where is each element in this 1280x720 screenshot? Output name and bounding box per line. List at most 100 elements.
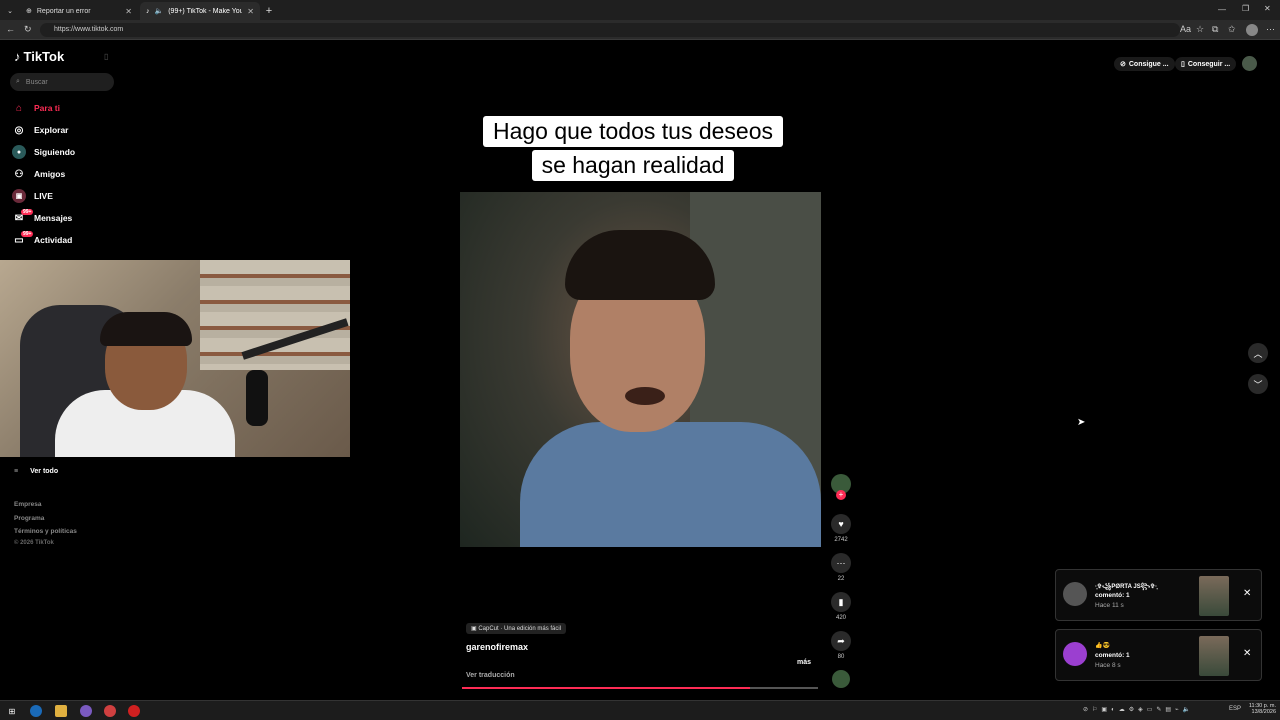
close-icon[interactable]: ✕	[125, 7, 132, 16]
chevron-down-icon: ﹀	[1253, 379, 1263, 390]
like-button[interactable]: ♥ 2742	[830, 514, 852, 543]
app-icon[interactable]	[104, 705, 116, 717]
sidebar-item-explorar[interactable]: ◎ Explorar	[12, 121, 132, 139]
notification-avatar	[1063, 642, 1087, 666]
see-all-button[interactable]: ≡ Ver todo	[14, 468, 58, 475]
sidebar-item-para-ti[interactable]: ⌂ Para ti	[12, 99, 132, 117]
bookmark-icon: ▮	[831, 592, 851, 612]
new-tab-button[interactable]: +	[262, 2, 276, 20]
windows-taskbar: ⊞ ⊘⚐▣◐☁⚙◈▭✎▤⌁🔈 ESP 11:30 p. m. 13/8/2026	[0, 700, 1280, 720]
footer-link-empresa[interactable]: Empresa	[14, 501, 41, 508]
sidebar-item-label: Actividad	[34, 235, 73, 245]
get-app-label: Conseguir ...	[1187, 60, 1231, 68]
clock[interactable]: 11:30 p. m. 13/8/2026	[1246, 703, 1276, 715]
tiktok-app: ♪ TikTok ▯ ⌕ Buscar ⌂ Para ti ◎ Explorar…	[0, 40, 1280, 700]
back-icon[interactable]: ←	[6, 24, 15, 34]
search-icon: ⌕	[16, 78, 20, 85]
app-icon[interactable]	[128, 705, 140, 717]
notification-time: Hace 8 s	[1095, 662, 1121, 669]
save-button[interactable]: ▮ 420	[830, 592, 852, 621]
notification-avatar	[1063, 582, 1087, 606]
comment-notification[interactable]: 👍😎 comentó: 1 Hace 8 s ✕	[1055, 629, 1262, 681]
windows-start-icon[interactable]: ⊞	[6, 705, 18, 717]
collapse-sidebar-icon[interactable]: ▯	[104, 52, 108, 61]
notification-time: Hace 11 s	[1095, 602, 1124, 609]
extensions-icon[interactable]: ⧉	[1212, 24, 1218, 35]
capcut-icon: ▣	[471, 626, 477, 632]
restore-icon[interactable]: ❐	[1242, 4, 1249, 13]
footer-link-programa[interactable]: Programa	[14, 515, 44, 522]
comment-button[interactable]: ⋯ 22	[830, 553, 852, 582]
tiktok-icon: ♪	[146, 7, 150, 15]
sidebar-item-mensajes[interactable]: ✉ 99+ Mensajes	[12, 209, 132, 227]
file-explorer-icon[interactable]	[55, 705, 67, 717]
video-mouth	[625, 387, 665, 405]
app-icon[interactable]	[80, 705, 92, 717]
clock-date: 13/8/2026	[1251, 709, 1276, 715]
refresh-icon[interactable]: ↻	[24, 24, 32, 35]
video-progress-fill	[462, 687, 751, 689]
tab-reportar[interactable]: ⊕ Reportar un error ✕	[20, 2, 138, 20]
video-player[interactable]	[460, 192, 821, 547]
home-icon: ⌂	[15, 102, 23, 114]
webcam-overlay	[0, 260, 350, 457]
minimize-icon[interactable]: —	[1218, 5, 1226, 14]
follow-plus-icon[interactable]: +	[836, 490, 846, 500]
sidebar-item-actividad[interactable]: ▭ 99+ Actividad	[12, 231, 132, 249]
favorites-bar-icon[interactable]: ✩	[1228, 24, 1236, 35]
see-all-label: Ver todo	[30, 468, 59, 475]
get-app-button[interactable]: ▯ Conseguir ...	[1175, 57, 1237, 71]
edge-icon[interactable]	[30, 705, 42, 717]
video-username[interactable]: garenofiremax	[466, 642, 528, 652]
sidebar-item-label: Mensajes	[34, 213, 73, 223]
url-field[interactable]: https://www.tiktok.com	[40, 23, 1180, 37]
language-indicator[interactable]: ESP	[1229, 706, 1241, 712]
search-input[interactable]: ⌕ Buscar	[10, 73, 114, 91]
video-shirt	[520, 422, 821, 547]
close-icon[interactable]: ✕	[247, 7, 254, 16]
caption-line-1: Hago que todos tus deseos	[482, 116, 784, 147]
profile-avatar[interactable]	[1246, 24, 1258, 36]
tab-tiktok[interactable]: ♪ 🔈 (99+) TikTok - Make Your Day ✕	[140, 2, 260, 20]
mouse-cursor-icon: ➤	[1077, 417, 1086, 428]
favorite-icon[interactable]: ☆	[1196, 24, 1204, 35]
window-close-icon[interactable]: ✕	[1264, 4, 1271, 13]
creator-avatar-button[interactable]: +	[830, 474, 852, 500]
music-disc-button[interactable]	[830, 670, 852, 688]
capcut-badge[interactable]: ▣ CapCut · Una edición más fácil	[466, 623, 567, 634]
shelf-background	[200, 260, 350, 370]
share-icon: ➦	[831, 631, 851, 651]
activity-icon: ▭ 99+	[14, 231, 34, 246]
comment-icon: ⋯	[831, 553, 851, 573]
coin-icon: ⊘	[1120, 61, 1126, 68]
sidebar-item-label: Explorar	[34, 125, 69, 135]
footer-link-terminos[interactable]: Términos y políticas	[14, 528, 77, 535]
user-avatar[interactable]	[1242, 56, 1257, 71]
notification-badge: 99+	[21, 209, 34, 215]
previous-video-button[interactable]: ︿	[1248, 343, 1268, 363]
close-icon[interactable]: ✕	[1243, 648, 1251, 659]
system-tray-icons[interactable]: ⊘⚐▣◐☁⚙◈▭✎▤⌁🔈	[1083, 706, 1194, 713]
video-progress-bar[interactable]	[462, 687, 818, 689]
get-coins-button[interactable]: ⊘ Consigue ...	[1114, 57, 1175, 71]
translate-button[interactable]: Ver traducción	[466, 672, 515, 679]
comment-notification[interactable]: ·̩͙✞꧁PØRTA JS꧂✞·̩͙ comentó: 1 Hace 11 s …	[1055, 569, 1262, 621]
tiktok-logo[interactable]: ♪ TikTok	[14, 49, 64, 64]
read-aloud-icon[interactable]: Aa	[1180, 24, 1191, 34]
close-icon[interactable]: ✕	[1243, 588, 1251, 599]
share-button[interactable]: ➦ 80	[830, 631, 852, 660]
more-button[interactable]: más	[797, 659, 811, 666]
globe-icon: ⊕	[26, 8, 32, 15]
sidebar-item-live[interactable]: ▣ LIVE	[12, 187, 132, 205]
sidebar-item-siguiendo[interactable]: ● Siguiendo	[12, 143, 132, 161]
caption-line-2: se hagan realidad	[531, 150, 735, 181]
live-icon: ▣	[12, 189, 26, 203]
next-video-button[interactable]: ﹀	[1248, 374, 1268, 394]
heart-icon: ♥	[831, 514, 851, 534]
sidebar-item-amigos[interactable]: ⚇ Amigos	[12, 165, 132, 183]
menu-icon[interactable]: ⋯	[1266, 24, 1275, 35]
tab-list-button[interactable]: ⌄	[4, 2, 16, 20]
notification-badge: 99+	[21, 231, 34, 237]
browser-tabstrip: ⌄ ⊕ Reportar un error ✕ ♪ 🔈 (99+) TikTok…	[0, 0, 1280, 20]
speaker-icon: 🔈	[154, 8, 164, 15]
